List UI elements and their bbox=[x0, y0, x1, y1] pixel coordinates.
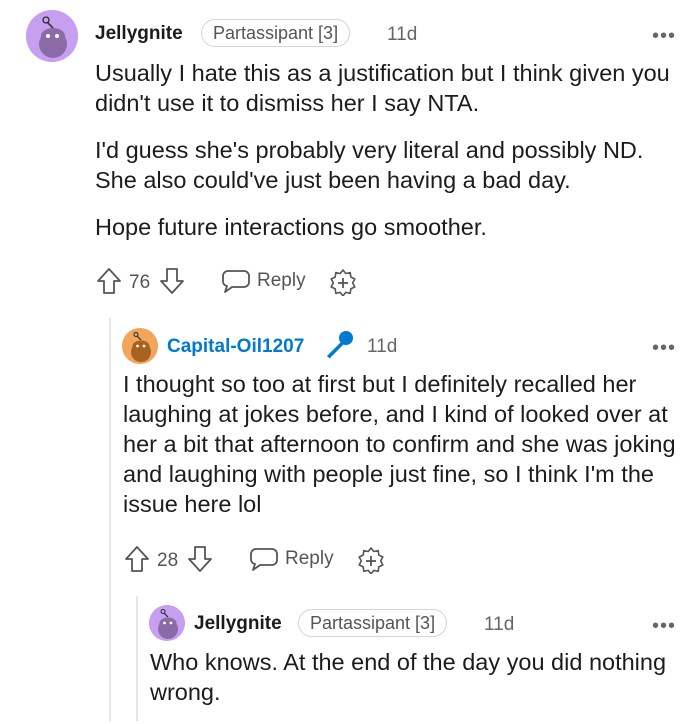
downvote-button[interactable] bbox=[159, 267, 185, 295]
speech-bubble-icon bbox=[222, 270, 250, 293]
reply-label: Reply bbox=[285, 548, 334, 569]
vote-count: 76 bbox=[129, 272, 151, 293]
award-plus-icon bbox=[330, 269, 356, 296]
timestamp: 11d bbox=[367, 336, 398, 357]
username[interactable]: Jellygnite bbox=[95, 23, 183, 45]
microphone-icon bbox=[327, 331, 353, 359]
upvote-arrow-icon bbox=[125, 546, 149, 572]
user-flair: Partassipant [3] bbox=[298, 609, 448, 637]
upvote-arrow-icon bbox=[97, 268, 121, 294]
award-button[interactable] bbox=[357, 546, 385, 574]
snoo-avatar-icon bbox=[26, 10, 78, 62]
more-options-button[interactable]: ••• bbox=[652, 26, 676, 46]
comment-paragraph: I'd guess she's probably very literal an… bbox=[95, 137, 644, 193]
avatar[interactable] bbox=[149, 605, 185, 641]
more-options-button[interactable]: ••• bbox=[652, 338, 676, 358]
award-button[interactable] bbox=[329, 268, 357, 296]
comment-paragraph: I thought so too at first but I definite… bbox=[123, 371, 676, 517]
comment-paragraph: Hope future interactions go smoother. bbox=[95, 214, 487, 240]
avatar[interactable] bbox=[122, 328, 158, 364]
downvote-arrow-icon bbox=[188, 546, 212, 572]
downvote-arrow-icon bbox=[160, 268, 184, 294]
snoo-avatar-icon bbox=[149, 605, 185, 641]
upvote-button[interactable] bbox=[96, 267, 122, 295]
speech-bubble-icon bbox=[250, 548, 278, 571]
reply-button[interactable]: Reply bbox=[249, 546, 334, 572]
thread-line-level2[interactable] bbox=[136, 596, 138, 721]
more-options-button[interactable]: ••• bbox=[652, 616, 676, 636]
username[interactable]: Capital-Oil1207 bbox=[167, 336, 304, 358]
username[interactable]: Jellygnite bbox=[194, 613, 282, 635]
reply-button[interactable]: Reply bbox=[221, 268, 306, 294]
thread-line-level1[interactable] bbox=[109, 318, 111, 721]
comment-paragraph: Usually I hate this as a justification b… bbox=[95, 60, 670, 116]
upvote-button[interactable] bbox=[124, 545, 150, 573]
op-badge bbox=[322, 330, 356, 360]
avatar[interactable] bbox=[26, 10, 78, 62]
snoo-avatar-icon bbox=[122, 328, 158, 364]
comment-paragraph: Who knows. At the end of the day you did… bbox=[150, 649, 667, 705]
downvote-button[interactable] bbox=[187, 545, 213, 573]
comment-body: I thought so too at first but I definite… bbox=[123, 369, 683, 536]
award-plus-icon bbox=[358, 547, 384, 574]
timestamp: 11d bbox=[387, 24, 418, 45]
comment-body: Usually I hate this as a justification b… bbox=[95, 58, 685, 259]
user-flair: Partassipant [3] bbox=[201, 19, 351, 47]
vote-count: 28 bbox=[157, 550, 179, 571]
timestamp: 11d bbox=[484, 614, 515, 635]
reply-label: Reply bbox=[257, 270, 306, 291]
comment-body: Who knows. At the end of the day you did… bbox=[150, 647, 670, 724]
